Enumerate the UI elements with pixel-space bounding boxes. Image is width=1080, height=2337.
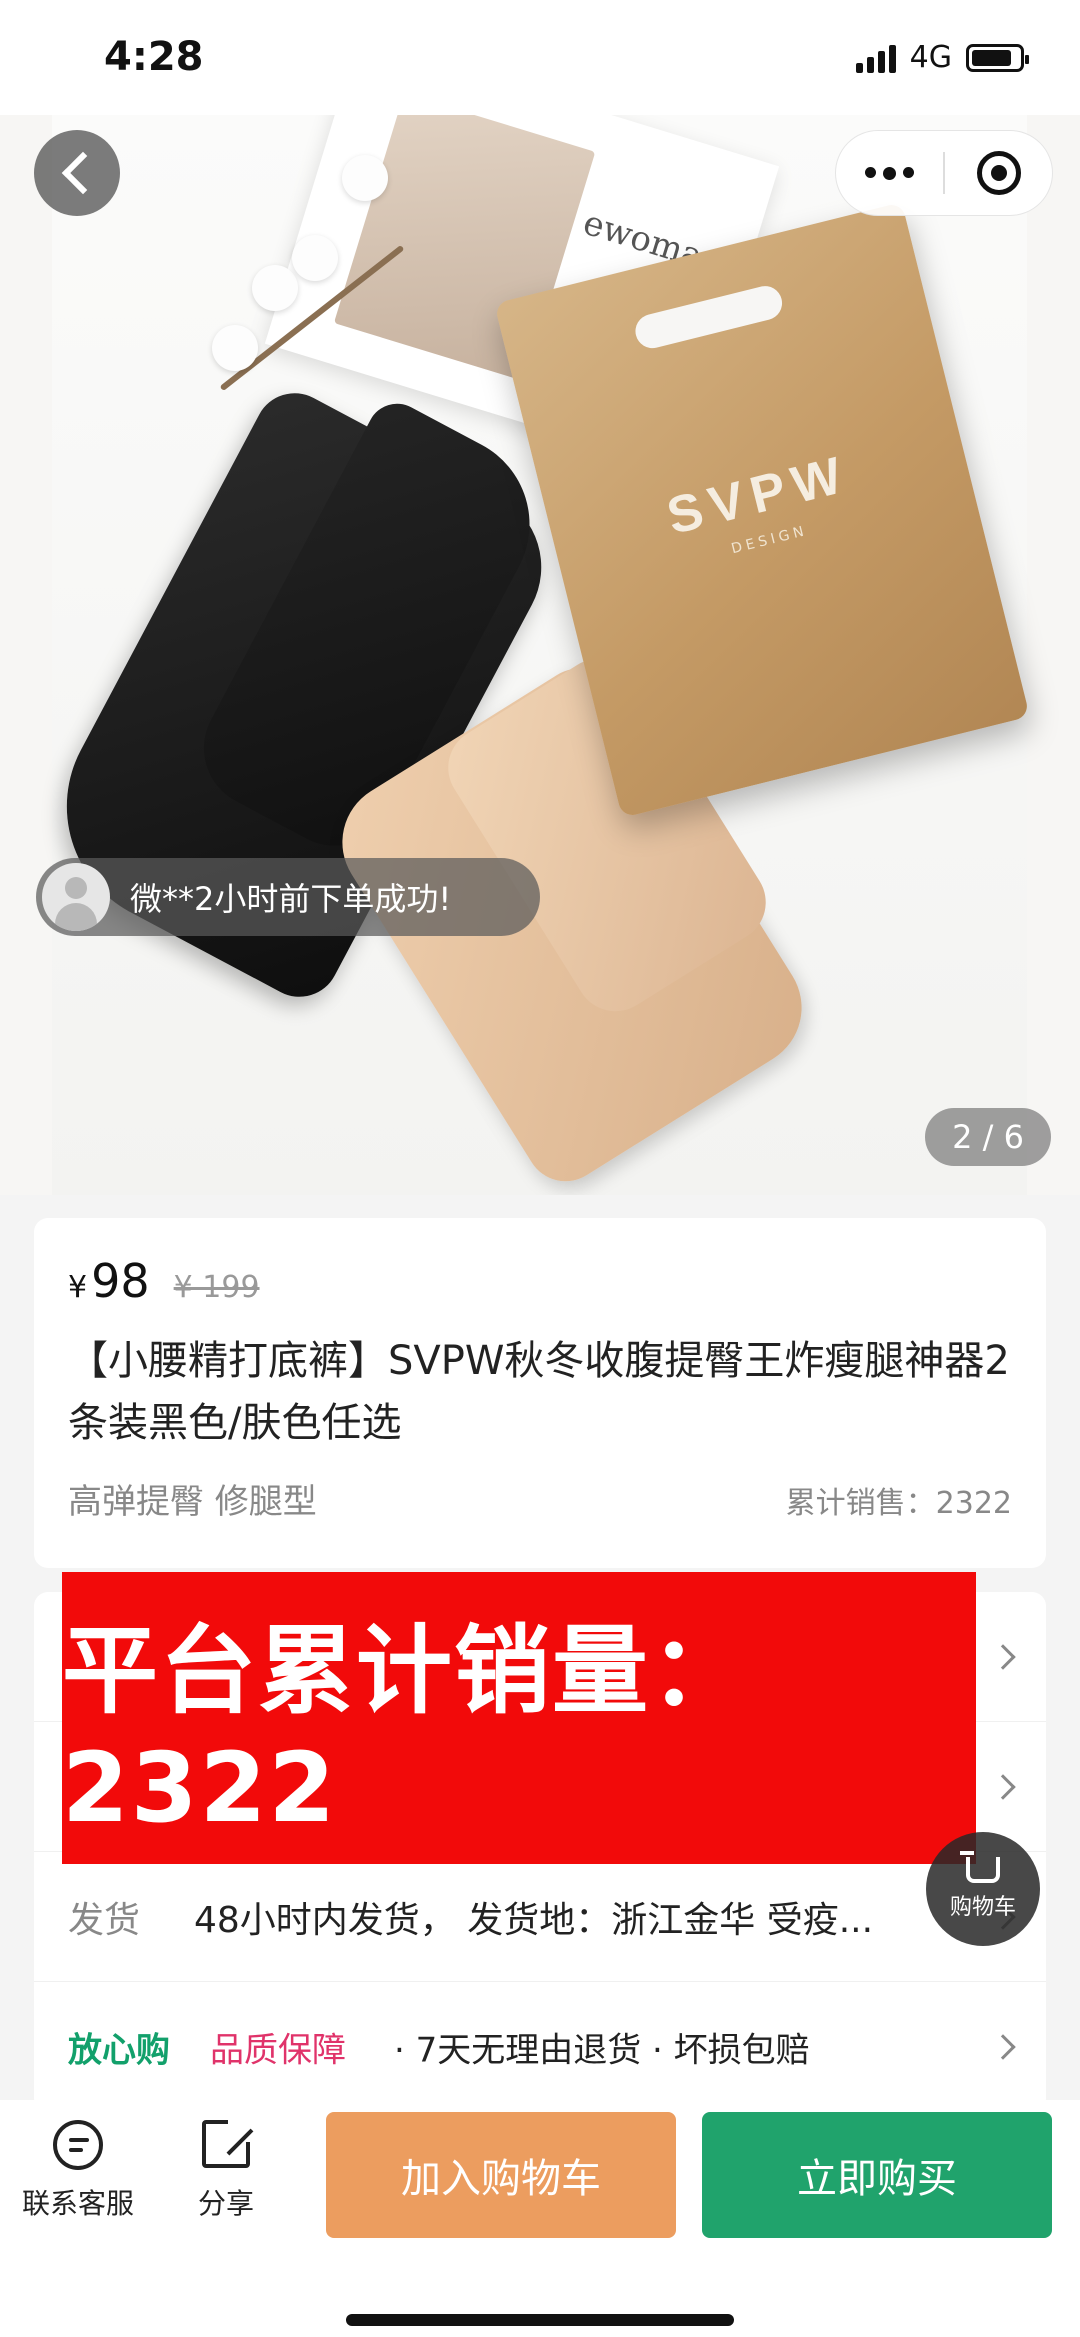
bottom-action-bar: 联系客服 分享 加入购物车 立即购买 <box>0 2100 1080 2337</box>
currency-symbol: ¥ <box>68 1270 88 1305</box>
cotton-flower <box>342 155 388 201</box>
status-time: 4:28 <box>104 34 204 80</box>
customer-service-label: 联系客服 <box>22 2187 135 2220</box>
sales-count: 累计销售：2322 <box>785 1486 1012 1521</box>
mini-program-capsule <box>835 130 1053 216</box>
product-photo: ewoman SVPW DESIGN <box>24 115 1030 1195</box>
quality-label: 品质保障 <box>210 2030 346 2071</box>
assurance-label: 放心购 <box>68 2030 170 2071</box>
product-gallery[interactable]: ewoman SVPW DESIGN <box>0 115 1080 1195</box>
gallery-page-indicator: 2 / 6 <box>925 1108 1051 1166</box>
product-tags: 高弹提臀 修腿型 <box>68 1482 317 1522</box>
cotton-flower <box>292 235 338 281</box>
toast-text: 微**2小时前下单成功! <box>130 880 452 918</box>
target-close-icon <box>976 151 1021 195</box>
battery-icon <box>966 43 1029 72</box>
bag-logo: SVPW <box>661 444 856 546</box>
buy-now-button[interactable]: 立即购买 <box>702 2112 1052 2238</box>
cart-icon <box>960 1851 1000 1883</box>
status-indicators: 4G <box>855 40 1029 75</box>
share-label: 分享 <box>198 2187 255 2220</box>
chevron-left-icon <box>61 151 105 195</box>
sales-banner: 平台累计销量：2322 <box>62 1572 976 1864</box>
floating-cart-label: 购物车 <box>949 1895 1016 1920</box>
product-info-card: ¥ 98 ¥ 199 【小腰精打底裤】SVPW秋冬收腹提臀王炸瘦腿神器2条装黑色… <box>34 1218 1046 1568</box>
back-button[interactable] <box>34 130 120 216</box>
chevron-right-icon <box>990 2034 1016 2060</box>
policy-text: · 7天无理由退货 · 坏损包赔 <box>394 2030 810 2071</box>
shipping-value: 48小时内发货， 发货地：浙江金华 受疫... <box>194 1899 874 1941</box>
add-to-cart-button[interactable]: 加入购物车 <box>326 2112 676 2238</box>
bag-handle <box>631 282 786 352</box>
price: 98 <box>91 1254 150 1308</box>
chat-icon <box>53 2120 103 2170</box>
customer-service-button[interactable]: 联系客服 <box>22 2120 134 2222</box>
price-row: ¥ 98 ¥ 199 <box>68 1254 260 1308</box>
original-price: ¥ 199 <box>173 1270 260 1305</box>
more-dots-icon <box>865 166 876 178</box>
close-button[interactable] <box>945 151 1052 195</box>
chevron-right-icon <box>990 1773 1016 1800</box>
order-notification-toast: 微**2小时前下单成功! <box>36 858 540 936</box>
more-button[interactable] <box>836 166 943 180</box>
status-bar: 4:28 4G <box>0 0 1080 115</box>
chevron-right-icon <box>990 1643 1016 1670</box>
share-icon <box>202 2116 254 2168</box>
shipping-label: 发货 <box>68 1899 141 1941</box>
assurance-row[interactable]: 放心购 品质保障 · 7天无理由退货 · 坏损包赔 <box>34 1982 1046 2112</box>
sales-banner-text: 平台累计销量：2322 <box>62 1614 748 1844</box>
avatar-icon <box>42 863 110 931</box>
cotton-flower <box>212 325 258 371</box>
cotton-flower <box>252 265 298 311</box>
battery-level <box>972 49 1012 66</box>
shipping-row[interactable]: 发货 48小时内发货， 发货地：浙江金华 受疫... <box>34 1852 1046 1982</box>
share-button[interactable]: 分享 <box>198 2116 255 2222</box>
signal-icon <box>855 43 896 73</box>
network-type: 4G <box>909 40 952 75</box>
product-title: 【小腰精打底裤】SVPW秋冬收腹提臀王炸瘦腿神器2条装黑色/肤色任选 <box>68 1338 1010 1446</box>
floating-cart-button[interactable]: 购物车 <box>926 1832 1040 1946</box>
home-indicator <box>346 2314 734 2326</box>
